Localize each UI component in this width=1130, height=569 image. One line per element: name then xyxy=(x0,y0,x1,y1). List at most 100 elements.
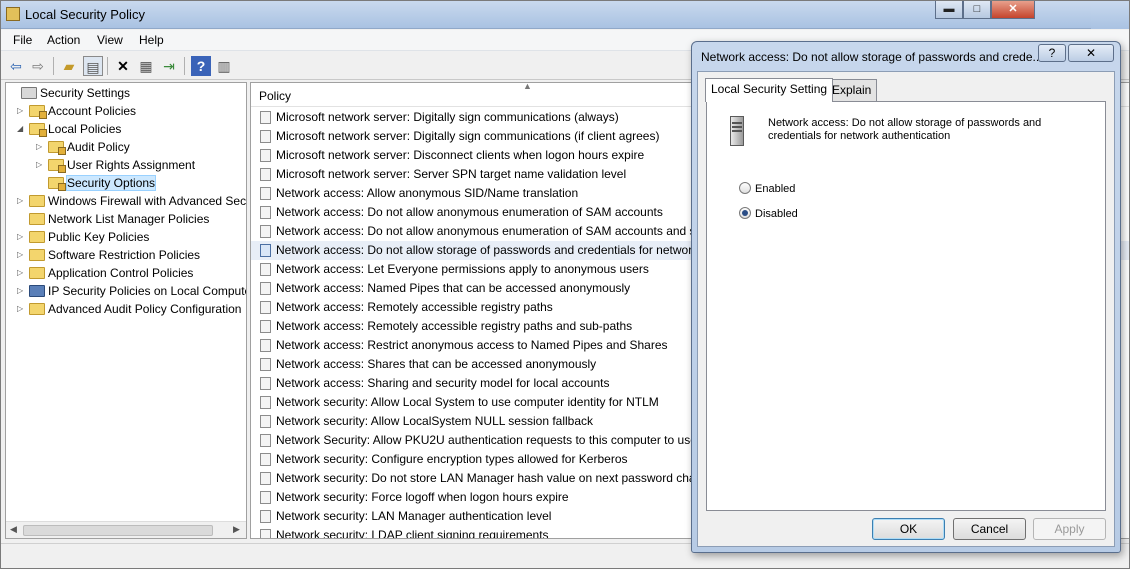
back-icon[interactable]: ⇦ xyxy=(6,56,26,76)
policy-icon xyxy=(260,339,271,352)
radio-enabled[interactable]: Enabled xyxy=(739,181,795,197)
properties-dialog: Network access: Do not allow storage of … xyxy=(691,41,1121,553)
minimize-button[interactable]: ▬ xyxy=(935,1,963,19)
tree-item[interactable]: ◢ Local Policies xyxy=(17,120,121,138)
scroll-left-icon[interactable]: ◀ xyxy=(10,524,17,535)
tree-item-label: IP Security Policies on Local Compute xyxy=(48,284,247,298)
tab-local-security-setting[interactable]: Local Security Setting xyxy=(705,78,834,102)
export-list-icon[interactable]: ⇥ xyxy=(159,56,179,76)
policy-icon xyxy=(260,396,271,409)
expand-arrow-icon[interactable]: ▷ xyxy=(17,282,27,300)
radio-disabled-label: Disabled xyxy=(755,208,798,220)
policy-name: Network access: Restrict anonymous acces… xyxy=(276,338,668,352)
tree-item-label: Advanced Audit Policy Configuration xyxy=(48,302,242,316)
policy-icon xyxy=(260,472,271,485)
policy-name: Microsoft network server: Server SPN tar… xyxy=(276,167,627,181)
view-icon[interactable]: ▥ xyxy=(214,56,234,76)
expand-arrow-icon[interactable]: ▷ xyxy=(17,300,27,318)
expand-arrow-icon[interactable]: ▷ xyxy=(36,138,46,156)
tab-panel: Network access: Do not allow storage of … xyxy=(706,101,1106,511)
radio-enabled-label: Enabled xyxy=(755,183,796,195)
policy-name: Network access: Allow anonymous SID/Name… xyxy=(276,186,579,200)
security-settings-icon xyxy=(21,87,37,99)
tree-item[interactable]: Network List Manager Policies xyxy=(17,210,209,228)
tree-item-label: Account Policies xyxy=(48,104,137,118)
tree-item[interactable]: ▷ Software Restriction Policies xyxy=(17,246,200,264)
tree-item[interactable]: ▷ Account Policies xyxy=(17,102,136,120)
tree-item[interactable]: ▷ Application Control Policies xyxy=(17,264,193,282)
tree-item[interactable]: ▷ Audit Policy xyxy=(36,138,130,156)
show-hide-tree-icon[interactable]: ▤ xyxy=(83,56,103,76)
column-header-policy[interactable]: Policy xyxy=(259,89,291,103)
expand-arrow-icon[interactable]: ▷ xyxy=(17,102,27,120)
policy-name: Network security: LDAP client signing re… xyxy=(276,528,549,539)
policy-name: Network access: Do not allow anonymous e… xyxy=(276,205,663,219)
policy-icon xyxy=(260,130,271,143)
radio-disabled-indicator[interactable] xyxy=(739,207,751,219)
radio-disabled[interactable]: Disabled xyxy=(739,206,798,222)
up-folder-icon[interactable]: ▰ xyxy=(59,56,79,76)
policy-name: Network security: LAN Manager authentica… xyxy=(276,509,552,523)
policy-name: Network access: Do not allow anonymous e… xyxy=(276,224,703,238)
delete-icon[interactable]: ✕ xyxy=(113,56,133,76)
dialog-close-button[interactable]: ✕ xyxy=(1068,44,1114,62)
tree-item[interactable]: ▷ User Rights Assignment xyxy=(36,156,195,174)
tree-item[interactable]: ▷ Public Key Policies xyxy=(17,228,149,246)
expand-arrow-icon[interactable]: ▷ xyxy=(17,246,27,264)
policy-name: Network security: Allow LocalSystem NULL… xyxy=(276,414,594,428)
tree-item-label: Security Options xyxy=(65,175,157,191)
policy-name: Network security: Do not store LAN Manag… xyxy=(276,471,703,485)
expand-arrow-icon[interactable]: ▷ xyxy=(17,264,27,282)
policy-icon xyxy=(260,244,271,257)
policy-icon xyxy=(260,111,271,124)
menu-help[interactable]: Help xyxy=(139,33,164,47)
maximize-button[interactable]: □ xyxy=(963,1,991,19)
ok-button[interactable]: OK xyxy=(872,518,945,540)
policy-icon xyxy=(260,168,271,181)
toolbar-separator xyxy=(53,57,54,75)
policy-icon xyxy=(260,149,271,162)
help-icon[interactable]: ? xyxy=(191,56,211,76)
tree-item[interactable]: Security Options xyxy=(36,174,157,192)
policy-name: Network access: Do not allow storage of … xyxy=(276,243,699,257)
server-icon xyxy=(724,116,750,148)
policy-icon xyxy=(260,358,271,371)
tab-explain[interactable]: Explain xyxy=(826,79,878,101)
dialog-title: Network access: Do not allow storage of … xyxy=(701,50,1041,64)
forward-icon[interactable]: ⇨ xyxy=(28,56,48,76)
folder-lock-icon xyxy=(29,105,47,119)
menu-file[interactable]: File xyxy=(13,33,32,47)
expand-arrow-icon[interactable]: ▷ xyxy=(17,228,27,246)
tree-item-label: Network List Manager Policies xyxy=(48,212,210,226)
expand-arrow-icon[interactable]: ▷ xyxy=(36,156,46,174)
tree-item[interactable]: ▷ Advanced Audit Policy Configuration xyxy=(17,300,241,318)
policy-icon xyxy=(260,225,271,238)
radio-enabled-indicator[interactable] xyxy=(739,182,751,194)
toolbar-separator xyxy=(107,57,108,75)
tree-item[interactable]: ▷ IP Security Policies on Local Compute xyxy=(17,282,247,300)
dialog-help-button[interactable]: ? xyxy=(1038,44,1066,62)
scroll-right-icon[interactable]: ▶ xyxy=(233,524,240,535)
expand-arrow-icon[interactable]: ▷ xyxy=(17,192,27,210)
scroll-thumb[interactable] xyxy=(23,525,213,536)
window-title: Local Security Policy xyxy=(25,7,145,22)
policy-icon xyxy=(260,320,271,333)
tree-item[interactable]: Security Settings xyxy=(9,84,130,102)
properties-icon[interactable]: ▦ xyxy=(136,56,156,76)
close-button[interactable]: ✕ xyxy=(991,1,1035,19)
collapse-arrow-icon[interactable]: ◢ xyxy=(17,120,27,138)
policy-name: Microsoft network server: Disconnect cli… xyxy=(276,148,645,162)
tree-item[interactable]: ▷ Windows Firewall with Advanced Secu xyxy=(17,192,247,210)
policy-icon xyxy=(260,263,271,276)
cancel-button[interactable]: Cancel xyxy=(953,518,1026,540)
folder-icon xyxy=(29,231,45,243)
tree-item-label: Security Settings xyxy=(40,86,131,100)
folder-icon xyxy=(29,213,45,225)
menu-action[interactable]: Action xyxy=(47,33,80,47)
policy-name: Network access: Remotely accessible regi… xyxy=(276,300,553,314)
tree-horizontal-scrollbar[interactable]: ◀ ▶ xyxy=(6,521,246,538)
folder-lock-icon xyxy=(48,141,66,155)
menu-view[interactable]: View xyxy=(97,33,123,47)
tree-item-label: Windows Firewall with Advanced Secu xyxy=(48,194,247,208)
policy-icon xyxy=(260,434,271,447)
